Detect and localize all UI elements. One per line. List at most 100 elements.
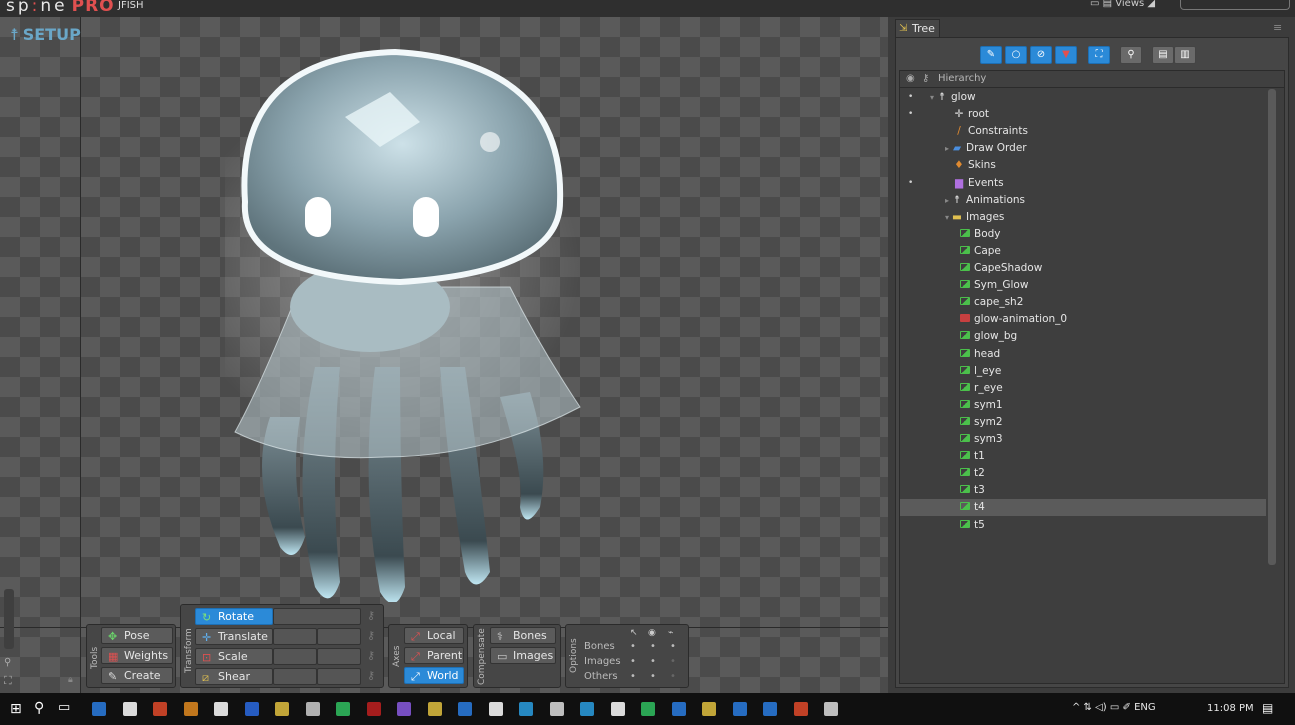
edge-icon[interactable] (92, 702, 106, 716)
tree-row[interactable]: ▸ ☨ Animations (900, 192, 1266, 209)
filter-paths-button[interactable]: ⛶ (1088, 46, 1110, 64)
chrome-icon[interactable] (153, 702, 167, 716)
calculator-icon[interactable] (671, 702, 686, 716)
tree-row[interactable]: t2 (900, 465, 1266, 482)
tree-row[interactable]: Body (900, 226, 1266, 243)
mail-icon[interactable] (488, 702, 503, 716)
tree-row[interactable]: sym2 (900, 414, 1266, 431)
viber-icon[interactable] (397, 702, 411, 716)
setup-mode-label[interactable]: ☨ SETUP (6, 25, 81, 44)
tree-row[interactable]: • ▆ Events (900, 175, 1266, 192)
spine-icon[interactable] (824, 702, 838, 716)
copy-button[interactable]: ▤ (1152, 46, 1174, 64)
screenshot-icon[interactable] (214, 702, 228, 716)
onedrive-icon[interactable] (580, 702, 594, 716)
options-row-bones[interactable]: Bones • • • (584, 641, 676, 652)
tree-row[interactable]: glow_bg (900, 328, 1266, 345)
task-view-icon[interactable]: ▭ (58, 700, 70, 715)
tree-row[interactable]: t4 (900, 499, 1266, 517)
tree-row[interactable]: ▾ ▬ Images (900, 209, 1266, 226)
window-controls[interactable] (1180, 0, 1290, 10)
tree-row[interactable]: t3 (900, 482, 1266, 499)
panel-menu-icon[interactable]: ≡ (1273, 21, 1282, 34)
compensate-images-button[interactable]: ▭ Images (490, 647, 556, 664)
tree-row[interactable]: / Constraints (900, 123, 1266, 140)
docs-icon[interactable] (549, 702, 564, 716)
tree-row[interactable]: sym3 (900, 431, 1266, 448)
shear-y-value[interactable] (317, 668, 361, 685)
filter-search-button[interactable]: ⚲ (1120, 46, 1142, 64)
firefox-icon[interactable] (183, 702, 198, 716)
expand-toggle-icon[interactable]: ▾ (945, 213, 949, 222)
tree-row[interactable]: t5 (900, 517, 1266, 534)
zoom-slider[interactable] (4, 589, 14, 649)
notes-icon[interactable] (702, 702, 716, 716)
shear-x-value[interactable] (273, 668, 317, 685)
axes-local-button[interactable]: ⤢ Local (404, 627, 464, 644)
visibility-dot[interactable]: • (908, 89, 913, 106)
tree-row[interactable]: Sym_Glow (900, 277, 1266, 294)
rotate-value[interactable] (273, 608, 361, 625)
tree-row[interactable]: t1 (900, 448, 1266, 465)
sticky-notes-icon[interactable] (427, 702, 442, 716)
skype-icon[interactable] (519, 702, 533, 716)
zoom-icon[interactable]: ⚲ (4, 657, 11, 668)
axes-parent-button[interactable]: ⤢ Parent (404, 647, 464, 664)
start-icon[interactable]: ⊞ (10, 701, 22, 717)
scale-button[interactable]: ⊡ Scale (195, 648, 273, 665)
viewport-canvas[interactable]: ☨ SETUP ⚲ ⛶ 🔒︎ (0, 17, 888, 693)
tree-row[interactable]: r_eye (900, 380, 1266, 397)
tree-row[interactable]: Cape (900, 243, 1266, 260)
tree-row[interactable]: CapeShadow (900, 260, 1266, 277)
notifications-icon[interactable]: ▤ (1262, 701, 1273, 715)
chrome-icon[interactable] (793, 702, 808, 716)
key-icon[interactable]: ⚷ (367, 609, 375, 622)
jellyfish-skeleton[interactable] (225, 37, 595, 602)
fit-view-icon[interactable]: ⛶ (4, 674, 12, 688)
filter-attachments-button[interactable]: ⊘ (1030, 46, 1052, 64)
visibility-dot[interactable]: • (908, 106, 913, 123)
tree-row[interactable]: ♦ Skins (900, 157, 1266, 174)
filter-constraints-button[interactable]: ▼ (1055, 46, 1077, 64)
line-icon[interactable] (641, 702, 655, 716)
axes-world-button[interactable]: ⤢ World (404, 667, 464, 684)
key-icon[interactable]: ⚷ (367, 649, 375, 662)
tree-scrollbar[interactable] (1268, 89, 1276, 565)
pose-button[interactable]: ✥ Pose (101, 627, 173, 644)
paste-button[interactable]: ▥ (1174, 46, 1196, 64)
expand-toggle-icon[interactable]: ▸ (945, 196, 949, 205)
shear-button[interactable]: ⧄ Shear (195, 668, 273, 685)
compensate-bones-button[interactable]: ⚕ Bones (490, 627, 556, 644)
lock-icon[interactable]: 🔒︎ (68, 675, 73, 685)
file-explorer-icon[interactable] (275, 702, 289, 716)
steam-icon[interactable] (305, 702, 320, 716)
options-row-others[interactable]: Others • • • (584, 671, 676, 682)
filter-bones-button[interactable]: ✎ (980, 46, 1002, 64)
app-icon[interactable] (763, 702, 777, 716)
tree-row[interactable]: • ✛ root (900, 106, 1266, 123)
tree-row[interactable]: sym1 (900, 397, 1266, 414)
options-row-images[interactable]: Images • • • (584, 656, 676, 667)
paint-icon[interactable] (458, 702, 472, 716)
system-tray[interactable]: ^ ⇅ ◁) ▭ ✐ ENG (1072, 702, 1156, 713)
search-icon[interactable]: ⚲ (34, 700, 44, 716)
expand-toggle-icon[interactable]: ▾ (930, 93, 934, 102)
clock[interactable]: 11:08 PM (1207, 703, 1254, 714)
weights-button[interactable]: ▦ Weights (101, 647, 173, 664)
scale-y-value[interactable] (317, 648, 361, 665)
key-icon[interactable]: ⚷ (367, 629, 375, 642)
flash-icon[interactable] (366, 702, 381, 716)
language-indicator[interactable]: ENG (1134, 702, 1156, 713)
translate-x-value[interactable] (273, 628, 317, 645)
store-icon[interactable] (122, 702, 137, 716)
filter-slots-button[interactable]: ○ (1005, 46, 1027, 64)
scale-x-value[interactable] (273, 648, 317, 665)
create-button[interactable]: ✎ Create (101, 667, 173, 684)
settings-icon[interactable] (610, 702, 625, 716)
tree-row[interactable]: glow-animation_0 (900, 311, 1266, 328)
photoshop-icon[interactable] (244, 702, 259, 716)
key-icon[interactable]: ⚷ (367, 669, 375, 682)
views-menu[interactable]: ▭ ▤ Views ◢ (1090, 0, 1155, 9)
translate-button[interactable]: ✛ Translate (195, 628, 273, 645)
tree-row[interactable]: head (900, 346, 1266, 363)
